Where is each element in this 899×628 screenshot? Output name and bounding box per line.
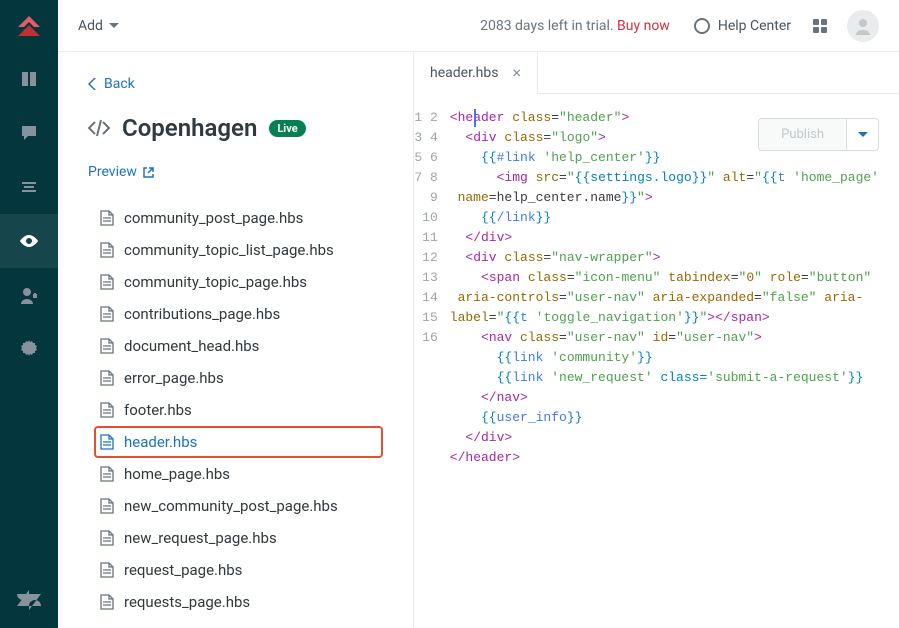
- text-cursor: [474, 109, 476, 127]
- chevron-down-icon: [858, 132, 868, 138]
- tab-header-hbs[interactable]: header.hbs ×: [414, 52, 538, 94]
- code-editor[interactable]: 1 2 3 4 5 6 7 8 9 10 11 12 13 14 15 16 <…: [414, 94, 899, 628]
- editor-tabs: header.hbs ×: [414, 52, 899, 94]
- file-item[interactable]: community_topic_page.hbs: [94, 266, 383, 298]
- file-name: header.hbs: [124, 433, 197, 451]
- file-name: community_post_page.hbs: [124, 209, 303, 227]
- top-bar: Add 2083 days left in trial. Buy now Hel…: [58, 0, 899, 52]
- publish-button[interactable]: Publish: [759, 119, 846, 150]
- file-name: community_topic_list_page.hbs: [124, 241, 334, 259]
- rail-item-guide[interactable]: [0, 52, 58, 106]
- editor-area: header.hbs × 1 2 3 4 5 6 7 8 9 10 11 12 …: [414, 52, 899, 628]
- file-name: footer.hbs: [124, 401, 192, 419]
- help-center-link[interactable]: Help Center: [694, 18, 791, 34]
- file-icon: [100, 370, 114, 386]
- file-name: document_head.hbs: [124, 337, 259, 355]
- file-icon: [100, 466, 114, 482]
- buy-now-link[interactable]: Buy now: [617, 18, 670, 34]
- rail-item-chat[interactable]: [0, 106, 58, 160]
- file-name: request_page.hbs: [124, 561, 242, 579]
- file-item[interactable]: request_page.hbs: [94, 554, 383, 586]
- back-link[interactable]: Back: [88, 76, 383, 92]
- chevron-down-icon: [109, 23, 119, 29]
- file-item[interactable]: contributions_page.hbs: [94, 298, 383, 330]
- file-item[interactable]: requests_page.hbs: [94, 586, 383, 618]
- close-tab-icon[interactable]: ×: [512, 63, 521, 82]
- file-item[interactable]: community_post_page.hbs: [94, 202, 383, 234]
- file-icon: [100, 530, 114, 546]
- publish-split-button: Publish: [758, 118, 879, 151]
- file-item[interactable]: community_topic_list_page.hbs: [94, 234, 383, 266]
- publish-dropdown[interactable]: [846, 119, 878, 150]
- file-icon: [100, 402, 114, 418]
- file-icon: [100, 562, 114, 578]
- file-item[interactable]: home_page.hbs: [94, 458, 383, 490]
- chevron-left-icon: [88, 78, 96, 90]
- zendesk-logo-icon[interactable]: [17, 590, 41, 628]
- user-avatar[interactable]: [847, 10, 879, 42]
- panel-title-row: Copenhagen Live: [88, 114, 383, 142]
- file-icon: [100, 434, 114, 450]
- file-item[interactable]: footer.hbs: [94, 394, 383, 426]
- preview-link[interactable]: Preview: [88, 164, 383, 180]
- product-rail: [0, 0, 58, 628]
- file-item[interactable]: error_page.hbs: [94, 362, 383, 394]
- file-name: home_page.hbs: [124, 465, 230, 483]
- file-item[interactable]: new_community_post_page.hbs: [94, 490, 383, 522]
- file-icon: [100, 274, 114, 290]
- external-link-icon: [143, 167, 154, 178]
- file-name: new_community_post_page.hbs: [124, 497, 338, 515]
- file-name: contributions_page.hbs: [124, 305, 280, 323]
- file-icon: [100, 306, 114, 322]
- theme-panel: Back Copenhagen Live Preview community_p…: [58, 52, 414, 628]
- trial-status: 2083 days left in trial. Buy now: [480, 18, 670, 34]
- live-badge: Live: [269, 120, 305, 137]
- file-icon: [100, 594, 114, 610]
- file-name: error_page.hbs: [124, 369, 224, 387]
- file-icon: [100, 498, 114, 514]
- file-name: requests_page.hbs: [124, 593, 250, 611]
- file-icon: [100, 242, 114, 258]
- add-button[interactable]: Add: [78, 18, 119, 34]
- file-item[interactable]: header.hbs: [94, 426, 383, 458]
- file-name: community_topic_page.hbs: [124, 273, 307, 291]
- rail-item-settings[interactable]: [0, 322, 58, 376]
- file-item[interactable]: new_request_page.hbs: [94, 522, 383, 554]
- rail-item-permissions[interactable]: [0, 268, 58, 322]
- product-logo[interactable]: [0, 0, 58, 52]
- rail-item-customize[interactable]: [0, 214, 58, 268]
- products-menu-icon[interactable]: [813, 19, 827, 33]
- file-icon: [100, 338, 114, 354]
- file-list: community_post_page.hbs community_topic_l…: [94, 202, 383, 618]
- person-icon: [854, 17, 872, 35]
- code-source[interactable]: <header class="header"> <div class="logo…: [450, 108, 899, 488]
- code-icon: [88, 119, 110, 137]
- line-gutter: 1 2 3 4 5 6 7 8 9 10 11 12 13 14 15 16: [414, 108, 450, 488]
- rail-item-arrange[interactable]: [0, 160, 58, 214]
- lifebuoy-icon: [694, 18, 710, 34]
- file-name: new_request_page.hbs: [124, 529, 277, 547]
- file-item[interactable]: document_head.hbs: [94, 330, 383, 362]
- file-icon: [100, 210, 114, 226]
- theme-name: Copenhagen: [122, 114, 257, 142]
